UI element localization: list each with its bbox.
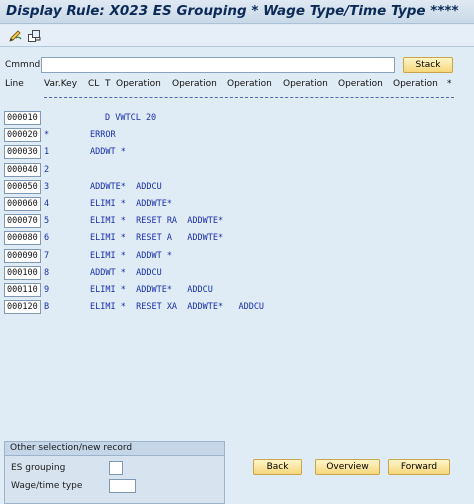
header-separator	[44, 97, 454, 99]
line-number-field[interactable]: 000120	[4, 300, 41, 314]
forward-button[interactable]: Forward	[388, 459, 450, 475]
rule-row-text: * ERROR	[44, 130, 116, 140]
rule-row-text: 6 ELIMI * RESET A ADDWTE*	[44, 233, 224, 243]
selection-panel-title: Other selection/new record	[5, 442, 224, 456]
header-operation-1: Operation	[116, 79, 161, 89]
header-t: T	[105, 79, 111, 89]
line-number-field[interactable]: 000020	[4, 128, 41, 142]
header-operation-7: *	[447, 79, 452, 89]
line-number-field[interactable]: 000010	[4, 111, 41, 125]
line-number-field[interactable]: 000080	[4, 231, 41, 245]
edit-pencil-icon[interactable]	[8, 29, 23, 43]
header-varkey: Var.Key	[44, 79, 78, 89]
command-field[interactable]	[41, 57, 395, 73]
overview-button[interactable]: Overview	[315, 459, 380, 475]
window-title: Display Rule: X023 ES Grouping * Wage Ty…	[6, 3, 459, 19]
rule-row-text: D VWTCL 20	[105, 113, 157, 123]
header-operation-5: Operation	[338, 79, 383, 89]
application-toolbar	[0, 25, 474, 47]
title-bar: Display Rule: X023 ES Grouping * Wage Ty…	[0, 0, 474, 24]
rule-row-text: 5 ELIMI * RESET RA ADDWTE*	[44, 216, 224, 226]
selection-panel: Other selection/new record ES grouping W…	[4, 441, 225, 504]
es-grouping-label: ES grouping	[11, 463, 66, 473]
back-button[interactable]: Back	[253, 459, 302, 475]
es-grouping-field[interactable]	[109, 461, 123, 475]
line-number-field[interactable]: 000100	[4, 266, 41, 280]
change-display-icon[interactable]	[27, 29, 42, 43]
rule-row-text: B ELIMI * RESET XA ADDWTE* ADDCU	[44, 302, 265, 312]
line-number-field[interactable]: 000030	[4, 145, 41, 159]
rule-row-text: 2	[44, 165, 50, 175]
rule-row-text: 3 ADDWTE* ADDCU	[44, 182, 162, 192]
line-number-field[interactable]: 000090	[4, 249, 41, 263]
command-label: Cmmnd	[5, 60, 41, 70]
line-number-field[interactable]: 000050	[4, 180, 41, 194]
line-number-field[interactable]: 000110	[4, 283, 41, 297]
line-number-field[interactable]: 000060	[4, 197, 41, 211]
rule-row-text: 8 ADDWT * ADDCU	[44, 268, 162, 278]
wage-type-field[interactable]	[109, 479, 136, 493]
line-number-field[interactable]: 000070	[4, 214, 41, 228]
stack-button[interactable]: Stack	[403, 57, 453, 73]
header-operation-3: Operation	[227, 79, 272, 89]
header-operation-4: Operation	[283, 79, 328, 89]
header-cl: CL	[88, 79, 100, 89]
header-operation-2: Operation	[172, 79, 217, 89]
header-line: Line	[5, 79, 24, 89]
rule-row-text: 7 ELIMI * ADDWT *	[44, 251, 172, 261]
wage-type-label: Wage/time type	[11, 481, 83, 491]
line-number-field[interactable]: 000040	[4, 163, 41, 177]
rule-row-text: 4 ELIMI * ADDWTE*	[44, 199, 172, 209]
rule-row-text: 1 ADDWT *	[44, 147, 126, 157]
rule-row-text: 9 ELIMI * ADDWTE* ADDCU	[44, 285, 213, 295]
header-operation-6: Operation	[393, 79, 438, 89]
